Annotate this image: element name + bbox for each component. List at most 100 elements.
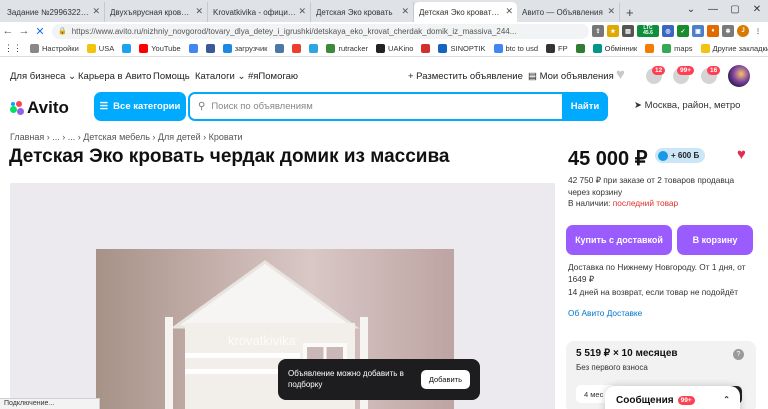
add-to-cart-button[interactable]: В корзину xyxy=(677,225,753,255)
toast-add-button[interactable]: Добавить xyxy=(420,370,470,389)
puzzle-icon[interactable]: ✱ xyxy=(722,25,734,37)
bookmark-icon xyxy=(122,43,132,53)
bookmark-item[interactable]: SINOPTIK xyxy=(438,43,486,53)
bookmark-icon xyxy=(645,43,655,53)
bookmark-item[interactable] xyxy=(275,43,285,53)
bookmark-item[interactable]: загрузчик xyxy=(222,43,267,53)
bonus-badge[interactable]: + 600 Б xyxy=(655,148,706,163)
bookmark-label: Другие закладки xyxy=(712,43,768,53)
bookmark-item[interactable]: Настройки xyxy=(30,43,79,53)
address-bar-row: ← → ✕ 🔒 https://www.avito.ru/nizhniy_nov… xyxy=(0,22,768,40)
photo-watermark: krovatkivika xyxy=(228,333,296,348)
close-icon[interactable]: ✕ xyxy=(401,6,409,17)
bookmark-item[interactable]: btc to usd xyxy=(493,43,538,53)
nav-catalogs[interactable]: Каталоги ⌄ xyxy=(195,71,245,82)
lock-icon[interactable]: 🔒 xyxy=(58,27,67,35)
extension-icon[interactable]: ▣ xyxy=(692,25,704,37)
bookmark-item[interactable] xyxy=(122,43,132,53)
profile-icon[interactable]: J xyxy=(737,25,749,37)
gear-icon xyxy=(30,43,39,53)
buy-with-delivery-button[interactable]: Купить с доставкой xyxy=(566,225,672,255)
bookmark-item[interactable]: Обмінник xyxy=(592,43,637,53)
installment-subtitle: Без первого взноса xyxy=(576,363,648,372)
stop-icon[interactable]: ✕ xyxy=(32,25,48,38)
bookmark-item[interactable]: maps xyxy=(662,43,693,53)
minimize-icon[interactable]: — xyxy=(702,0,724,18)
nav-business[interactable]: Для бизнеса ⌄ xyxy=(10,71,76,82)
close-icon[interactable]: ✕ xyxy=(298,6,306,17)
logo-text: Avito xyxy=(27,98,69,117)
bulk-discount-note: 42 750 ₽ при заказе от 2 товаров продавц… xyxy=(568,175,735,198)
bookmark-label: maps xyxy=(674,43,693,53)
nav-help[interactable]: Помощь xyxy=(153,71,190,82)
close-window-icon[interactable]: ✕ xyxy=(746,0,768,18)
close-icon[interactable]: ✕ xyxy=(607,6,615,17)
ltc-widget[interactable]: LTC 45.6 xyxy=(637,25,659,37)
browser-tab[interactable]: Krovatkivika - официал ✕ xyxy=(208,2,311,22)
nav-career[interactable]: Карьера в Авито xyxy=(78,71,151,82)
tab-search-icon[interactable]: ⌄ xyxy=(680,0,702,18)
bookmark-item[interactable] xyxy=(188,43,198,53)
bookmark-item[interactable] xyxy=(205,43,215,53)
bookmark-item[interactable]: USA xyxy=(86,43,114,53)
search-input[interactable]: Поиск по объявлениям xyxy=(211,101,312,112)
messages-widget[interactable]: Сообщения 99+ ⌃ xyxy=(605,386,740,409)
close-icon[interactable]: ✕ xyxy=(195,6,203,17)
add-to-collection-toast: Объявление можно добавить в подборку Доб… xyxy=(278,359,480,400)
close-icon[interactable]: ✕ xyxy=(505,6,513,17)
post-ad-link[interactable]: + Разместить объявление xyxy=(408,71,523,82)
forward-icon[interactable]: → xyxy=(16,25,32,37)
extension-icon[interactable]: ♦ xyxy=(707,25,719,37)
extension-icon[interactable]: ◎ xyxy=(662,25,674,37)
bookmark-item[interactable] xyxy=(645,43,655,53)
close-icon[interactable]: ✕ xyxy=(92,6,100,17)
my-ads-label: Мои объявления xyxy=(539,71,614,82)
bookmark-item[interactable]: FP xyxy=(546,43,568,53)
bookmark-star-icon[interactable]: ★ xyxy=(607,25,619,37)
chevron-up-icon[interactable]: ⌃ xyxy=(723,395,730,404)
back-icon[interactable]: ← xyxy=(0,25,16,37)
bookmark-item[interactable]: rutracker xyxy=(326,43,369,53)
browser-tab[interactable]: Авито — Объявления ✕ xyxy=(517,2,620,22)
browser-tab-active[interactable]: Детская Эко кровать чердак ✕ xyxy=(414,2,517,22)
ltc-value: 45.6 xyxy=(643,30,653,36)
browser-tab[interactable]: SP Задание №2996322 - п ✕ xyxy=(2,2,105,22)
bookmark-item[interactable] xyxy=(575,43,585,53)
bookmark-item[interactable] xyxy=(421,43,431,53)
bookmark-item[interactable]: Другие закладки xyxy=(700,43,768,53)
browser-tab[interactable]: Детская Эко кровать ✕ xyxy=(311,2,414,22)
my-ads-link[interactable]: ▤ Мои объявления xyxy=(528,71,614,82)
delivery-info-link[interactable]: Об Авито Доставке xyxy=(568,308,642,318)
search-button[interactable]: Найти xyxy=(562,92,608,121)
avatar[interactable] xyxy=(728,65,750,87)
location-selector[interactable]: ➤ Москва, район, метро xyxy=(634,100,740,111)
new-tab-button[interactable]: + xyxy=(620,2,640,22)
bookmark-item[interactable] xyxy=(309,43,319,53)
bookmark-item[interactable]: YouTube xyxy=(139,43,181,53)
check-icon[interactable]: ✓ xyxy=(677,25,689,37)
bookmark-label: rutracker xyxy=(338,43,369,53)
breadcrumb[interactable]: Главная › ... › ... › Детская мебель › Д… xyxy=(10,132,243,142)
bookmark-label: UAKino xyxy=(388,43,414,53)
help-icon[interactable]: ? xyxy=(733,349,744,360)
search-bar[interactable]: ⚲ Поиск по объявлениям Найти xyxy=(188,92,608,121)
browser-tab[interactable]: Двухъярусная кровать ✕ xyxy=(105,2,208,22)
apps-grid-icon[interactable]: ⋮⋮ xyxy=(4,43,22,54)
maximize-icon[interactable]: ▢ xyxy=(724,0,746,18)
bookmark-item[interactable]: UAKino xyxy=(376,43,414,53)
categories-label: Все категории xyxy=(113,101,181,112)
menu-dots-icon[interactable]: ⋮ xyxy=(752,25,764,37)
google-icon xyxy=(493,43,503,53)
extension-icon[interactable]: ▤ xyxy=(622,25,634,37)
all-categories-button[interactable]: ☰ Все категории xyxy=(94,92,186,121)
favorites-heart-icon[interactable]: ♥ xyxy=(616,66,625,83)
bookmark-icon xyxy=(292,43,302,53)
favorite-heart-icon[interactable]: ♥ xyxy=(737,146,746,163)
url-field[interactable]: 🔒 https://www.avito.ru/nizhniy_novgorod/… xyxy=(52,23,589,39)
avito-logo[interactable]: Avito xyxy=(10,98,69,118)
share-icon[interactable]: ⇪ xyxy=(592,25,604,37)
nav-i-help[interactable]: #яПомогаю xyxy=(248,71,298,82)
bookmark-label: SINOPTIK xyxy=(450,43,486,53)
bookmark-icon xyxy=(421,43,431,53)
bookmark-item[interactable] xyxy=(292,43,302,53)
